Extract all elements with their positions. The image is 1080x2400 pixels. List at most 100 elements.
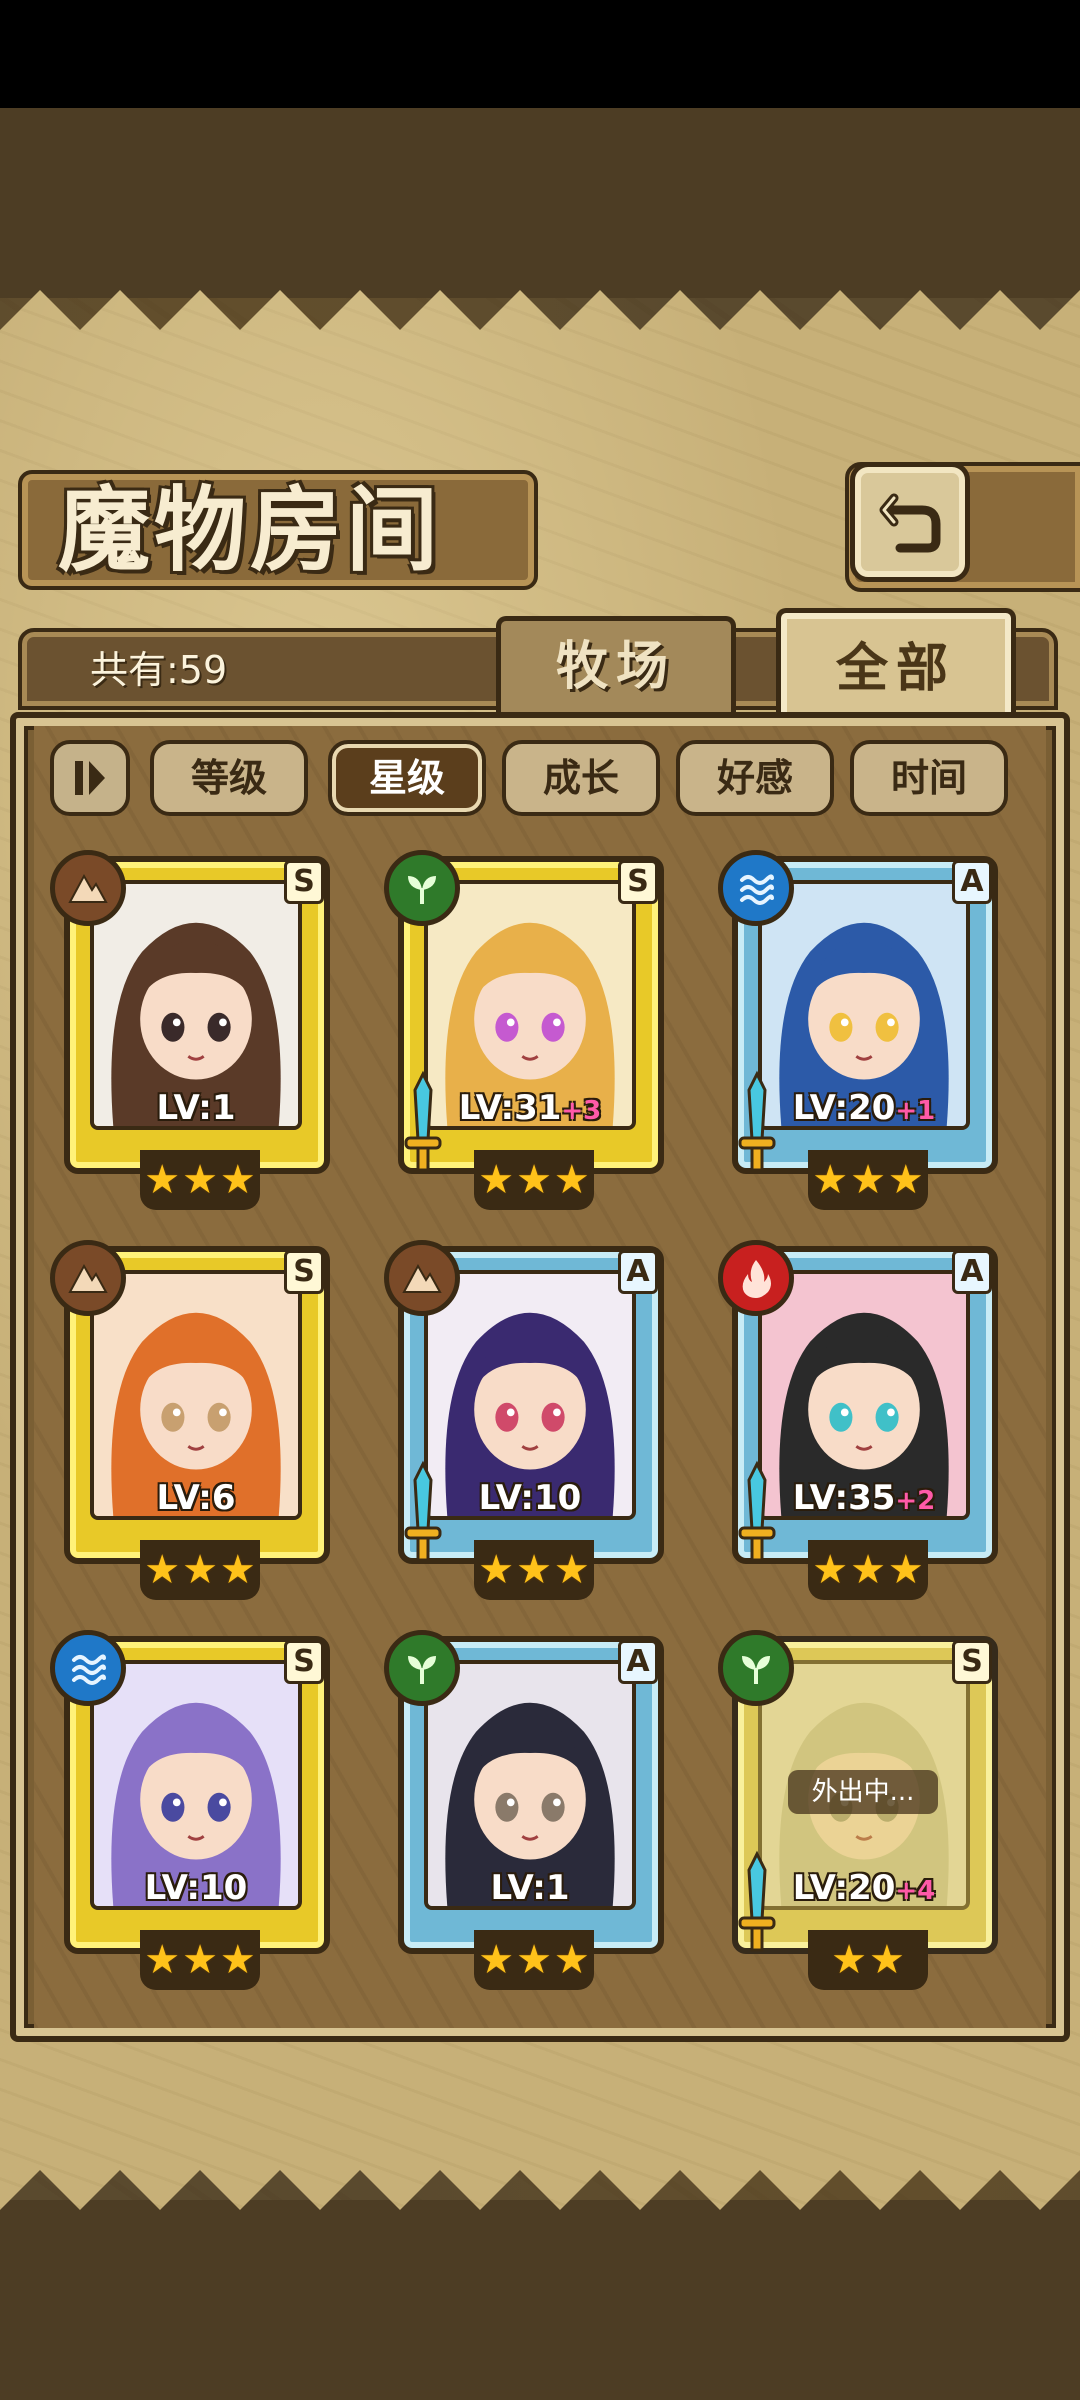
element-earth-icon [50, 1240, 126, 1316]
star-icon: ★ [182, 1157, 218, 1203]
level-text: LV:6 [156, 1478, 236, 1518]
level-text: LV:31 [458, 1088, 562, 1128]
star-icon: ★ [887, 1157, 924, 1203]
monster-card[interactable]: A LV:35+2 ★ ★ ★ [718, 1240, 1008, 1610]
monster-card[interactable]: A LV:10 ★ ★ ★ [384, 1240, 674, 1610]
level-label: LV:35+2 [758, 1476, 970, 1520]
star-icon: ★ [516, 1547, 552, 1593]
return-arrow-icon [879, 493, 941, 553]
element-plant-icon [384, 850, 460, 926]
rank-badge: S [952, 1640, 992, 1684]
tab-ranch[interactable]: 牧场 [496, 616, 736, 716]
level-text: LV:35 [792, 1478, 896, 1518]
level-text: LV:10 [478, 1478, 582, 1518]
monster-card[interactable]: S LV:10 ★ ★ ★ [50, 1630, 340, 2000]
rank-badge: S [284, 1250, 324, 1294]
star-icon: ★ [869, 1937, 905, 1983]
rank-badge: S [618, 860, 658, 904]
star-rating: ★ ★ ★ [140, 1540, 260, 1600]
monster-card[interactable]: S LV:20+4 ★ ★ 外出中... [718, 1630, 1008, 2000]
star-icon: ★ [182, 1937, 218, 1983]
element-earth-icon [50, 850, 126, 926]
element-fire-icon [718, 1240, 794, 1316]
star-icon: ★ [182, 1547, 218, 1593]
star-icon: ★ [478, 1937, 515, 1983]
rank-badge: A [952, 860, 992, 904]
element-earth-icon [384, 1240, 460, 1316]
map-band-bottom [0, 2200, 1080, 2400]
rank-badge: S [284, 1640, 324, 1684]
tab-all[interactable]: 全部 [776, 608, 1016, 724]
star-icon: ★ [144, 1547, 181, 1593]
filter-affection[interactable]: 好感 [676, 740, 834, 816]
level-bonus: +1 [895, 1096, 936, 1126]
sort-order-icon [75, 761, 105, 795]
star-icon: ★ [887, 1547, 924, 1593]
star-icon: ★ [553, 1937, 590, 1983]
page-title: 魔物房间 [58, 476, 443, 584]
away-status: 外出中... [788, 1770, 938, 1814]
rank-badge: A [952, 1250, 992, 1294]
star-rating: ★ ★ ★ [474, 1540, 594, 1600]
star-icon: ★ [219, 1937, 256, 1983]
filter-level[interactable]: 等级 [150, 740, 308, 816]
map-band-top [0, 108, 1080, 298]
star-icon: ★ [553, 1547, 590, 1593]
sort-order-button[interactable] [50, 740, 130, 816]
level-label: LV:10 [424, 1476, 636, 1520]
star-rating: ★ ★ ★ [474, 1150, 594, 1210]
back-button[interactable] [850, 462, 970, 582]
star-icon: ★ [478, 1547, 515, 1593]
level-text: LV:10 [144, 1868, 248, 1908]
level-text: LV:1 [490, 1868, 570, 1908]
star-icon: ★ [831, 1937, 867, 1983]
star-rating: ★ ★ ★ [140, 1930, 260, 1990]
star-rating: ★ ★ ★ [808, 1150, 928, 1210]
filter-growth[interactable]: 成长 [502, 740, 660, 816]
level-label: LV:1 [90, 1086, 302, 1130]
star-icon: ★ [553, 1157, 590, 1203]
monster-card[interactable]: S LV:1 ★ ★ ★ [50, 850, 340, 1220]
star-icon: ★ [219, 1547, 256, 1593]
monster-card[interactable]: A LV:1 ★ ★ ★ [384, 1630, 674, 2000]
level-label: LV:6 [90, 1476, 302, 1520]
level-text: LV:1 [156, 1088, 236, 1128]
star-rating: ★ ★ ★ [474, 1930, 594, 1990]
element-water-icon [718, 850, 794, 926]
star-icon: ★ [516, 1157, 552, 1203]
level-label: LV:20+1 [758, 1086, 970, 1130]
star-icon: ★ [850, 1157, 886, 1203]
level-text: LV:20 [792, 1088, 896, 1128]
rank-badge: A [618, 1250, 658, 1294]
star-icon: ★ [516, 1937, 552, 1983]
element-plant-icon [718, 1630, 794, 1706]
monster-card[interactable]: S LV:31+3 ★ ★ ★ [384, 850, 674, 1220]
level-label: LV:1 [424, 1866, 636, 1910]
star-rating: ★ ★ ★ [808, 1540, 928, 1600]
level-bonus: +4 [895, 1876, 936, 1906]
level-bonus: +2 [895, 1486, 936, 1516]
star-icon: ★ [850, 1547, 886, 1593]
star-icon: ★ [144, 1937, 181, 1983]
star-rating: ★ ★ [808, 1930, 928, 1990]
star-icon: ★ [812, 1547, 849, 1593]
monster-card[interactable]: A LV:20+1 ★ ★ ★ [718, 850, 1008, 1220]
star-icon: ★ [812, 1157, 849, 1203]
star-icon: ★ [219, 1157, 256, 1203]
status-bar-area [0, 0, 1080, 108]
level-bonus: +3 [561, 1096, 602, 1126]
monster-card[interactable]: S LV:6 ★ ★ ★ [50, 1240, 340, 1610]
rank-badge: A [618, 1640, 658, 1684]
star-rating: ★ ★ ★ [140, 1150, 260, 1210]
rank-badge: S [284, 860, 324, 904]
level-label: LV:31+3 [424, 1086, 636, 1130]
filter-star[interactable]: 星级 [328, 740, 486, 816]
element-plant-icon [384, 1630, 460, 1706]
star-icon: ★ [478, 1157, 515, 1203]
star-icon: ★ [144, 1157, 181, 1203]
level-label: LV:10 [90, 1866, 302, 1910]
monster-count: 共有:59 [90, 648, 228, 692]
level-label: LV:20+4 [758, 1866, 970, 1910]
level-text: LV:20 [792, 1868, 896, 1908]
filter-time[interactable]: 时间 [850, 740, 1008, 816]
